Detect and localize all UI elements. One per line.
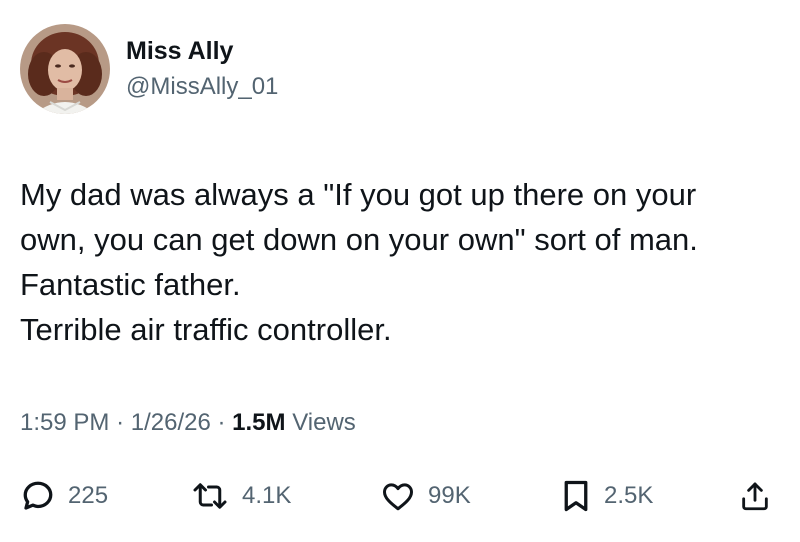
share-button[interactable] <box>738 476 772 516</box>
reply-button[interactable]: 225 <box>20 476 108 516</box>
speech-bubble-icon <box>23 481 53 510</box>
tweet-line: own, you can get down on your own" sort … <box>20 222 698 257</box>
retweet-icon <box>193 483 227 509</box>
bookmark-count: 2.5K <box>604 482 654 509</box>
views-count[interactable]: 1.5M <box>232 409 285 436</box>
avatar[interactable] <box>20 24 110 114</box>
meta-separator: · <box>217 409 226 436</box>
author-display-name[interactable]: Miss Ally <box>126 36 233 66</box>
reply-count: 225 <box>68 482 109 509</box>
tweet-line: Terrible air traffic controller. <box>20 312 392 347</box>
tweet-meta: 1:59 PM · 1/26/26 · 1.5M Views <box>20 408 356 438</box>
action-bar: 225 4.1K 99K 2.5K <box>0 476 800 516</box>
like-button[interactable]: 99K <box>380 476 471 516</box>
bookmark-button[interactable]: 2.5K <box>560 476 653 516</box>
heart-icon <box>383 483 413 511</box>
share-icon <box>742 482 768 511</box>
bookmark-icon <box>564 480 588 512</box>
author-handle[interactable]: @MissAlly_01 <box>126 73 278 101</box>
repost-count: 4.1K <box>242 482 292 509</box>
meta-separator: · <box>116 409 125 436</box>
tweet-line: My dad was always a "If you got up there… <box>20 177 697 212</box>
tweet-date[interactable]: 1/26/26 <box>131 409 211 436</box>
views-label[interactable]: Views <box>292 409 356 436</box>
like-count: 99K <box>428 482 471 509</box>
tweet-text: My dad was always a "If you got up there… <box>20 172 790 352</box>
avatar-image <box>20 24 110 114</box>
tweet-time[interactable]: 1:59 PM <box>20 409 109 436</box>
repost-button[interactable]: 4.1K <box>190 476 291 516</box>
tweet-line: Fantastic father. <box>20 267 241 302</box>
